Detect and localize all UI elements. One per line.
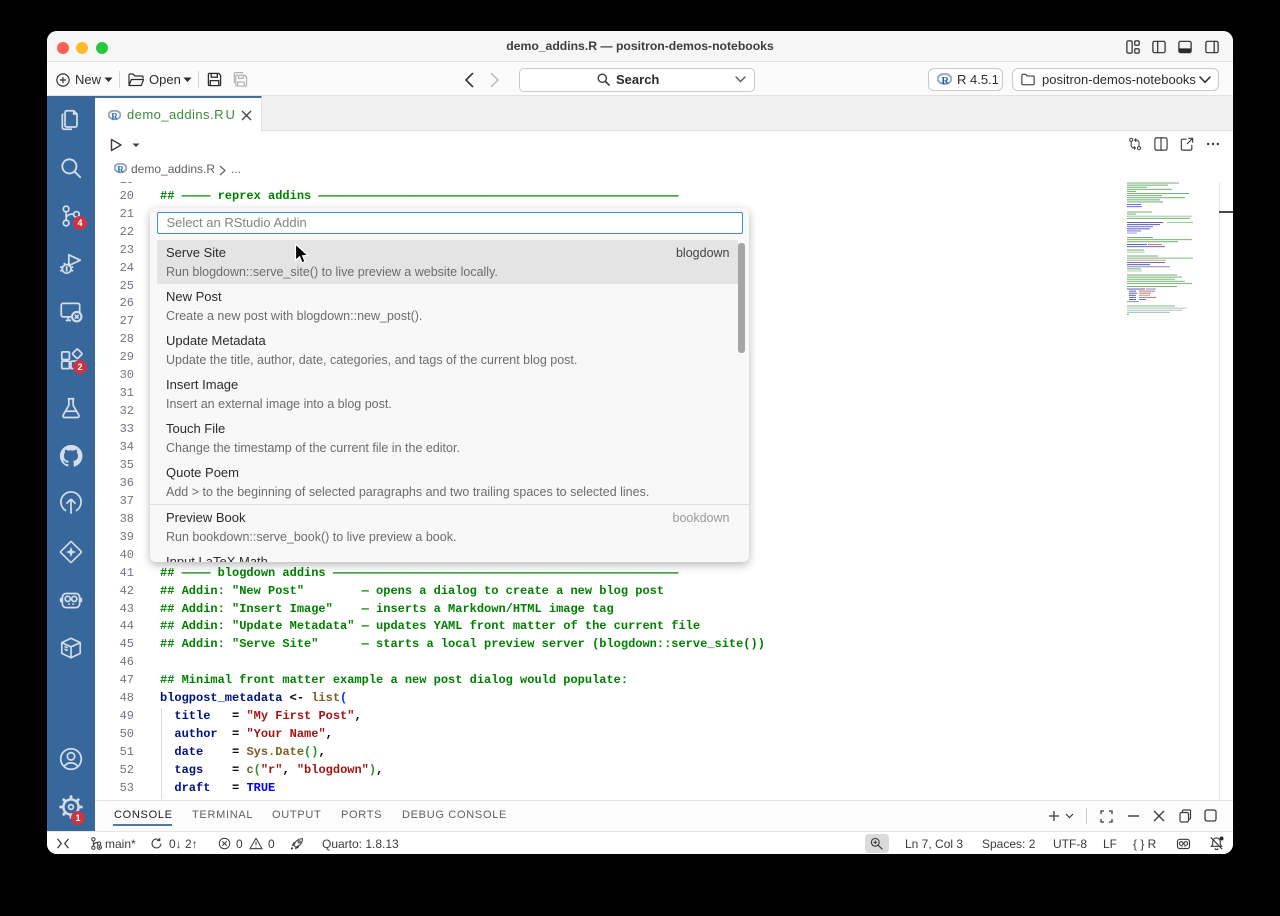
svg-text:R: R <box>941 76 949 86</box>
svg-text:R: R <box>111 111 118 121</box>
svg-text:R: R <box>117 164 124 174</box>
